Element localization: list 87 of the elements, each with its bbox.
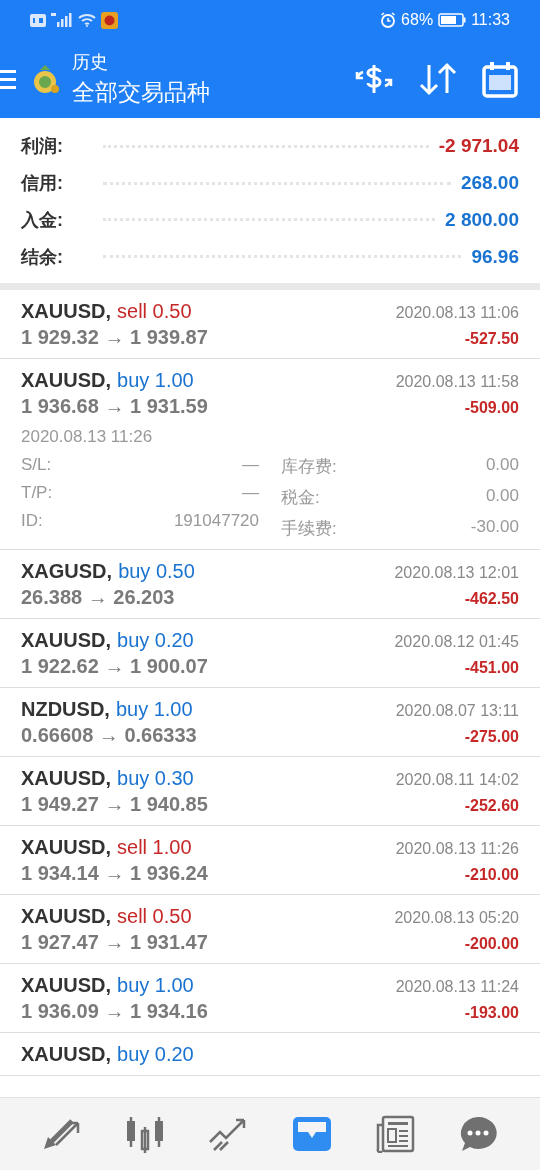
deal-prices: 1 934.14 → 1 936.24 [21,862,209,885]
deal-prices: 1 936.09 → 1 934.16 [21,1000,209,1023]
deal-symbol: XAUUSD, [21,905,111,928]
summary-value: -2 971.04 [438,135,519,158]
open-time: 2020.08.13 11:26 [21,427,154,447]
detail-label: 税金: [281,487,320,509]
deal-profit: -210.00 [464,866,519,884]
screen-title: 历史 [72,51,109,74]
deal-symbol: XAUUSD, [21,836,111,859]
menu-icon[interactable] [0,68,16,90]
summary-value: 2 800.00 [445,208,519,231]
deal-prices: 1 949.27 → 1 940.85 [21,793,209,816]
deal-time: 2020.08.13 11:06 [395,304,519,322]
detail-value: 0.00 [485,486,519,507]
inbox-tab-icon[interactable] [291,1116,332,1152]
deal-side: sell 0.50 [117,300,193,323]
deal-time: 2020.08.12 01:45 [394,633,519,651]
deal-symbol: XAUUSD, [21,1043,111,1066]
quotes-tab-icon[interactable] [41,1117,82,1151]
alarm-icon [380,12,397,28]
detail-label: T/P: [21,483,53,503]
deal-side: buy 0.20 [117,629,195,652]
deal-time: 2020.08.13 11:26 [395,840,519,858]
deal-side: buy 1.00 [115,698,194,721]
deal-time: 2020.08.07 13:11 [395,702,519,720]
summary-label: 信用: [21,172,63,196]
summary-label: 利润: [21,135,63,159]
deal-time: 2020.08.13 11:58 [395,373,519,391]
deal-profit: -200.00 [464,935,519,953]
deal-time: 2020.08.13 12:01 [394,564,519,582]
detail-value: -30.00 [470,517,519,538]
deal-prices: 1 922.62 → 1 900.07 [21,655,209,678]
detail-value: — [242,483,259,503]
summary-label: 结余: [21,245,63,269]
deal-time: 2020.08.13 05:20 [394,909,519,927]
status-time: 11:33 [471,11,510,29]
deal-profit: -509.00 [464,399,519,417]
deal-side: buy 1.00 [117,974,195,997]
summary-value: 96.96 [471,245,519,268]
deal-side: buy 1.00 [117,369,195,392]
deal-symbol: XAGUSD, [21,560,113,583]
deal-prices: 26.388 → 26.203 [21,586,176,609]
deal-symbol: XAUUSD, [21,974,111,997]
deal-prices: 1 929.32 → 1 939.87 [21,326,209,349]
newspaper-tab-icon[interactable] [374,1115,415,1153]
deal-time: 2020.08.13 11:24 [395,978,519,996]
currency-exchange-icon[interactable] [354,62,394,96]
candlestick-tab-icon[interactable] [125,1115,165,1153]
battery-icon [438,13,467,27]
deal-symbol: XAUUSD, [21,369,111,392]
signal-icon [51,13,73,27]
detail-label: S/L: [21,455,52,475]
deal-prices: 0.66608 → 0.66333 [21,724,198,747]
detail-value: 0.00 [485,455,519,476]
deal-side: buy 0.50 [118,560,196,583]
deal-side: buy 0.30 [117,767,195,790]
deal-side: buy 0.20 [117,1043,195,1066]
sort-icon[interactable] [418,61,458,97]
symbol-filter[interactable]: 全部交易品种 [72,77,330,108]
deal-prices: 1 927.47 → 1 931.47 [21,931,209,954]
detail-value: — [242,455,259,475]
detail-label: ID: [21,511,43,531]
deal-profit: -193.00 [464,1004,519,1022]
deal-symbol: XAUUSD, [21,767,111,790]
deal-symbol: XAUUSD, [21,300,111,323]
deal-profit: -527.50 [464,330,519,348]
detail-value: 191047720 [173,511,259,531]
chat-tab-icon[interactable] [458,1115,499,1153]
battery-percent: 68% [401,11,434,29]
detail-label: 手续费: [281,518,337,540]
hd-icon [30,13,46,27]
deal-symbol: XAUUSD, [21,629,111,652]
wifi-icon [78,13,96,27]
deal-symbol: NZDUSD, [21,698,110,721]
deal-profit: -451.00 [464,659,519,677]
app-notification-icon [101,11,118,29]
summary-label: 入金: [21,208,63,232]
deal-time: 2020.08.11 14:02 [395,771,519,789]
detail-label: 库存费: [281,456,337,478]
summary-value: 268.00 [460,172,519,195]
calendar-icon[interactable] [482,60,518,98]
deal-profit: -462.50 [464,590,519,608]
deal-side: sell 1.00 [117,836,193,859]
deal-profit: -252.60 [464,797,519,815]
deal-prices: 1 936.68 → 1 931.59 [21,395,209,418]
deal-profit: -275.00 [464,728,519,746]
deal-side: sell 0.50 [117,905,193,928]
